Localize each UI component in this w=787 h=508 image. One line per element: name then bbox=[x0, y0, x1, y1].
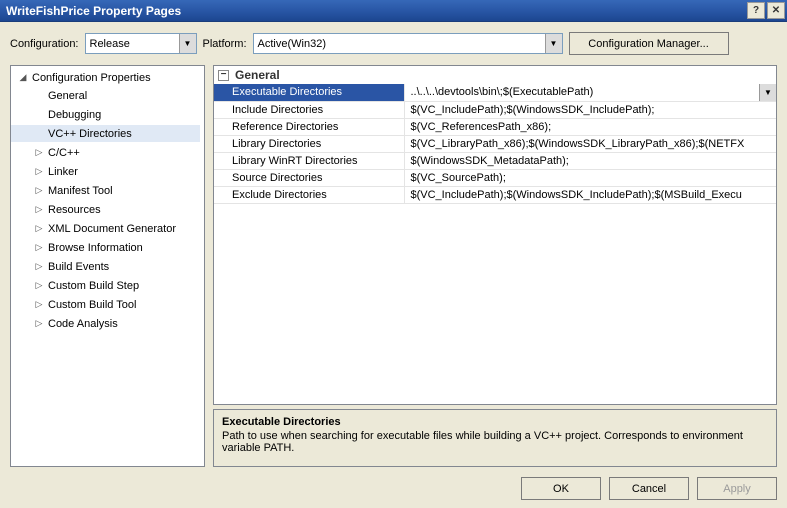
tree-item[interactable]: ▷C/C++ bbox=[11, 144, 200, 161]
chevron-down-icon[interactable]: ▼ bbox=[545, 34, 562, 53]
tree-item-label: Resources bbox=[45, 204, 104, 216]
tree-item[interactable]: ▷XML Document Generator bbox=[11, 220, 200, 237]
property-name: Library WinRT Directories bbox=[214, 152, 404, 169]
tree-item-label: General bbox=[45, 90, 90, 102]
property-name: Library Directories bbox=[214, 135, 404, 152]
tree-item-label: Custom Build Tool bbox=[45, 299, 139, 311]
property-name: Exclude Directories bbox=[214, 186, 404, 203]
tree-item[interactable]: ▷Code Analysis bbox=[11, 315, 200, 332]
close-button[interactable]: ✕ bbox=[767, 2, 785, 19]
property-value[interactable]: $(VC_IncludePath);$(WindowsSDK_IncludePa… bbox=[404, 186, 776, 203]
collapse-icon[interactable]: − bbox=[218, 70, 229, 81]
property-name: Include Directories bbox=[214, 101, 404, 118]
expander-closed-icon[interactable]: ▷ bbox=[33, 147, 45, 158]
description-body: Path to use when searching for executabl… bbox=[222, 430, 768, 454]
expander-closed-icon[interactable]: ▷ bbox=[33, 242, 45, 253]
tree-item[interactable]: General bbox=[11, 87, 200, 104]
tree-item-label: XML Document Generator bbox=[45, 223, 179, 235]
tree-view[interactable]: ◢ Configuration Properties General Debugg… bbox=[10, 65, 205, 467]
description-panel: Executable Directories Path to use when … bbox=[213, 409, 777, 467]
platform-label: Platform: bbox=[203, 38, 247, 50]
tree-item[interactable]: Debugging bbox=[11, 106, 200, 123]
expander-closed-icon[interactable]: ▷ bbox=[33, 318, 45, 329]
property-name: Reference Directories bbox=[214, 118, 404, 135]
expander-closed-icon[interactable]: ▷ bbox=[33, 185, 45, 196]
tree-item[interactable]: ▷Browse Information bbox=[11, 239, 200, 256]
expander-closed-icon[interactable]: ▷ bbox=[33, 299, 45, 310]
expander-open-icon[interactable]: ◢ bbox=[17, 72, 29, 83]
configuration-combo[interactable]: Release ▼ bbox=[85, 33, 197, 54]
dialog-buttons: OK Cancel Apply bbox=[10, 467, 777, 500]
configuration-manager-button[interactable]: Configuration Manager... bbox=[569, 32, 729, 55]
property-name: Source Directories bbox=[214, 169, 404, 186]
tree-item-label: Browse Information bbox=[45, 242, 146, 254]
tree-item[interactable]: ▷Custom Build Step bbox=[11, 277, 200, 294]
tree-item[interactable]: VC++ Directories bbox=[11, 125, 200, 142]
property-value[interactable]: $(VC_IncludePath);$(WindowsSDK_IncludePa… bbox=[404, 101, 776, 118]
ok-button[interactable]: OK bbox=[521, 477, 601, 500]
property-row[interactable]: Source Directories$(VC_SourcePath); bbox=[214, 169, 776, 186]
expander-closed-icon[interactable]: ▷ bbox=[33, 223, 45, 234]
tree-item[interactable]: ▷Custom Build Tool bbox=[11, 296, 200, 313]
property-value[interactable]: ..\..\..\devtools\bin\;$(ExecutablePath)… bbox=[404, 84, 776, 101]
chevron-down-icon[interactable]: ▼ bbox=[759, 84, 776, 101]
property-value[interactable]: $(VC_ReferencesPath_x86); bbox=[404, 118, 776, 135]
cancel-button[interactable]: Cancel bbox=[609, 477, 689, 500]
property-name: Executable Directories bbox=[214, 84, 404, 101]
property-row[interactable]: Library Directories$(VC_LibraryPath_x86)… bbox=[214, 135, 776, 152]
tree-item-label: Manifest Tool bbox=[45, 185, 116, 197]
tree-item-label: Linker bbox=[45, 166, 81, 178]
expander-closed-icon[interactable]: ▷ bbox=[33, 204, 45, 215]
config-toolbar: Configuration: Release ▼ Platform: Activ… bbox=[10, 32, 777, 55]
tree-item-label: C/C++ bbox=[45, 147, 83, 159]
titlebar: WriteFishPrice Property Pages ? ✕ bbox=[0, 0, 787, 22]
expander-closed-icon[interactable]: ▷ bbox=[33, 261, 45, 272]
help-button[interactable]: ? bbox=[747, 2, 765, 19]
tree-item[interactable]: ▷Manifest Tool bbox=[11, 182, 200, 199]
property-value[interactable]: $(VC_LibraryPath_x86);$(WindowsSDK_Libra… bbox=[404, 135, 776, 152]
window-title: WriteFishPrice Property Pages bbox=[6, 4, 181, 18]
property-row[interactable]: Executable Directories..\..\..\devtools\… bbox=[214, 84, 776, 101]
description-title: Executable Directories bbox=[222, 416, 768, 428]
tree-item-label: Custom Build Step bbox=[45, 280, 142, 292]
property-row[interactable]: Library WinRT Directories$(WindowsSDK_Me… bbox=[214, 152, 776, 169]
property-grid[interactable]: − General Executable Directories..\..\..… bbox=[213, 65, 777, 405]
tree-item[interactable]: ▷Resources bbox=[11, 201, 200, 218]
property-value[interactable]: $(VC_SourcePath); bbox=[404, 169, 776, 186]
expander-closed-icon[interactable]: ▷ bbox=[33, 280, 45, 291]
tree-root[interactable]: ◢ Configuration Properties bbox=[11, 69, 202, 86]
tree-item-label: VC++ Directories bbox=[45, 128, 135, 140]
tree-item-label: Debugging bbox=[45, 109, 104, 121]
tree-item[interactable]: ▷Build Events bbox=[11, 258, 200, 275]
platform-combo[interactable]: Active(Win32) ▼ bbox=[253, 33, 563, 54]
tree-item-label: Build Events bbox=[45, 261, 112, 273]
property-row[interactable]: Exclude Directories$(VC_IncludePath);$(W… bbox=[214, 186, 776, 203]
configuration-label: Configuration: bbox=[10, 38, 79, 50]
property-value[interactable]: $(WindowsSDK_MetadataPath); bbox=[404, 152, 776, 169]
chevron-down-icon[interactable]: ▼ bbox=[179, 34, 196, 53]
property-row[interactable]: Reference Directories$(VC_ReferencesPath… bbox=[214, 118, 776, 135]
tree-item-label: Code Analysis bbox=[45, 318, 121, 330]
apply-button[interactable]: Apply bbox=[697, 477, 777, 500]
group-header: − General bbox=[214, 66, 776, 84]
tree-item[interactable]: ▷Linker bbox=[11, 163, 200, 180]
expander-closed-icon[interactable]: ▷ bbox=[33, 166, 45, 177]
property-row[interactable]: Include Directories$(VC_IncludePath);$(W… bbox=[214, 101, 776, 118]
